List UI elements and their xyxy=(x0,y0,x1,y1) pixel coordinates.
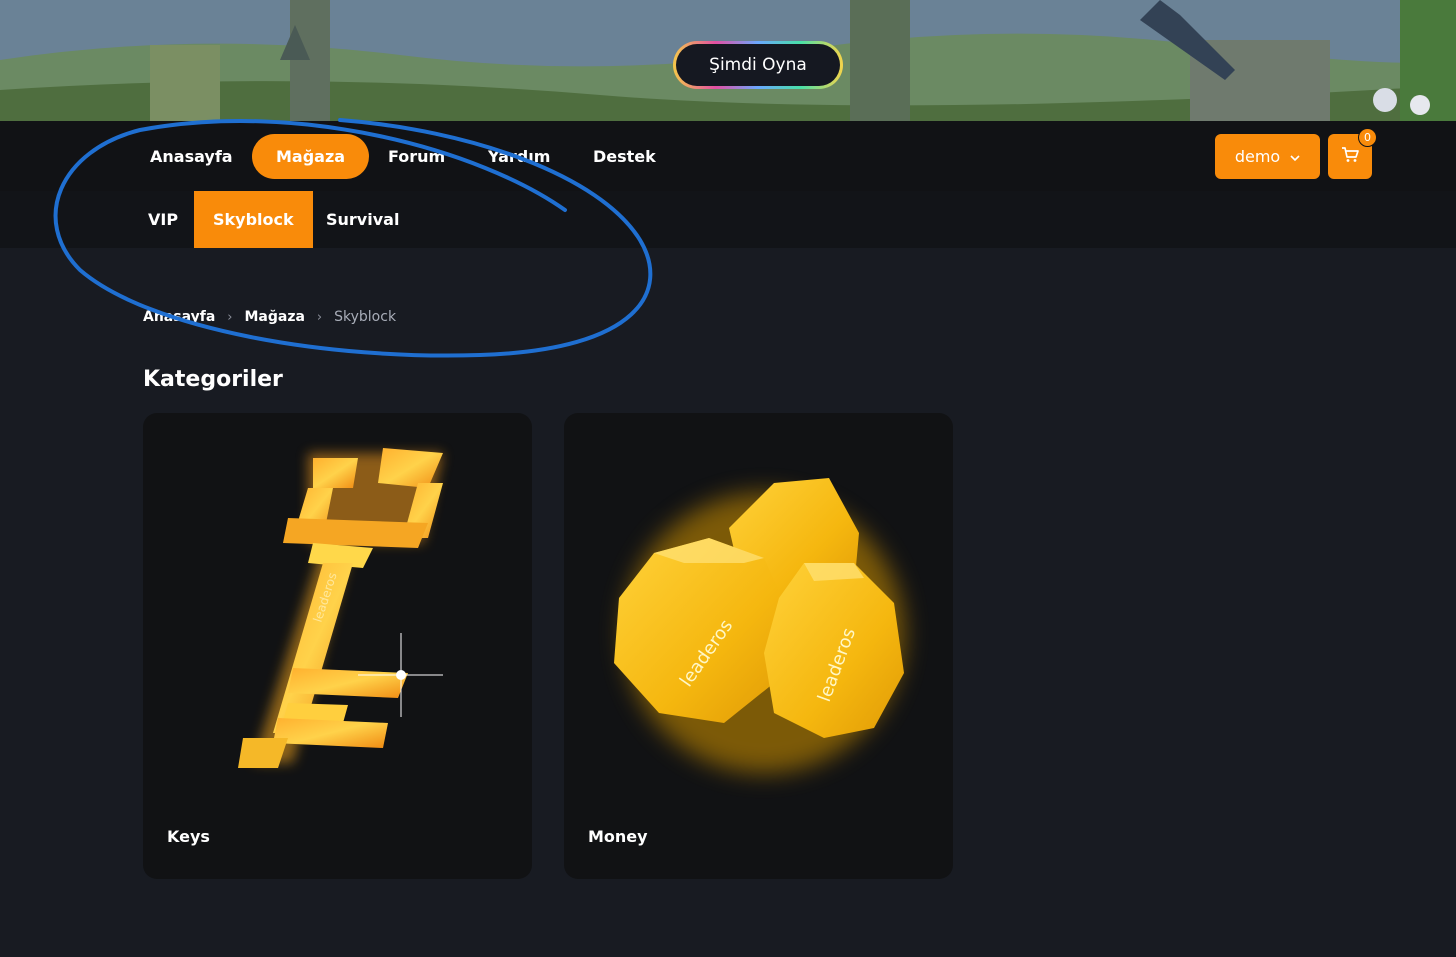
category-card-label: Money xyxy=(588,827,648,846)
subnav-item-vip[interactable]: VIP xyxy=(129,191,197,248)
category-card-money[interactable]: leaderos leaderos Money xyxy=(564,413,953,879)
chevron-right-icon: › xyxy=(227,309,233,325)
main-navbar: Anasayfa Mağaza Forum Yardım Destek demo xyxy=(0,121,1456,191)
breadcrumb-magaza[interactable]: Mağaza xyxy=(244,309,304,325)
golden-key-icon: leaderos xyxy=(238,448,443,768)
breadcrumb: Anasayfa › Mağaza › Skyblock xyxy=(143,309,396,325)
chevron-down-icon xyxy=(1290,147,1300,166)
cart-count-badge: 0 xyxy=(1358,128,1377,147)
gold-coins-icon: leaderos leaderos xyxy=(614,478,904,773)
category-card-label: Keys xyxy=(167,827,210,846)
nav-item-magaza[interactable]: Mağaza xyxy=(252,134,370,179)
chevron-right-icon: › xyxy=(316,309,323,325)
play-now-button[interactable]: Şimdi Oyna xyxy=(673,41,843,89)
categories-title: Kategoriler xyxy=(143,367,283,392)
cart-icon xyxy=(1341,146,1359,167)
subnav-item-skyblock[interactable]: Skyblock xyxy=(194,191,313,248)
breadcrumb-current: Skyblock xyxy=(334,309,397,325)
user-menu-label: demo xyxy=(1234,147,1281,166)
breadcrumb-anasayfa[interactable]: Anasayfa xyxy=(143,309,215,325)
hero-banner: Şimdi Oyna xyxy=(0,0,1456,121)
nav-item-anasayfa[interactable]: Anasayfa xyxy=(126,134,257,179)
category-subnav: VIP Skyblock Survival xyxy=(0,191,1456,248)
nav-item-yardim[interactable]: Yardım xyxy=(464,134,574,179)
category-card-keys[interactable]: leaderos Keys xyxy=(143,413,532,879)
subnav-item-survival[interactable]: Survival xyxy=(307,191,418,248)
nav-item-destek[interactable]: Destek xyxy=(569,134,680,179)
nav-item-forum[interactable]: Forum xyxy=(364,134,469,179)
user-menu-button[interactable]: demo xyxy=(1215,134,1320,179)
